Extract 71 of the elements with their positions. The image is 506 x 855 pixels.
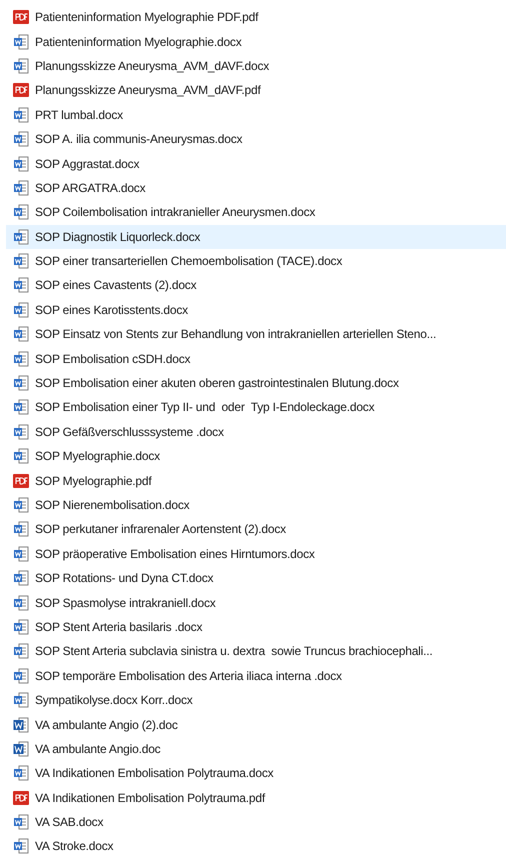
file-name: SOP perkutaner infrarenaler Aortenstent (2).docx (35, 521, 286, 538)
pdf-file-icon (13, 474, 29, 488)
file-name: VA Indikationen Embolisation Polytrauma.pdf (35, 790, 265, 807)
word-document-icon (13, 618, 29, 635)
file-name: VA ambulante Angio.doc (35, 740, 160, 758)
word-document-icon (13, 277, 29, 294)
file-name: SOP präoperative Embolisation eines Hirntumors.docx (35, 546, 315, 563)
file-name: Patienteninformation Myelographie.docx (35, 34, 242, 51)
word-document-icon (13, 448, 29, 464)
word-document-icon (13, 692, 29, 708)
word-document-icon (13, 228, 29, 245)
file-name: SOP Diagnostik Liquorleck.docx (35, 228, 200, 246)
file-name: Planungsskizze Aneurysma_AVM_dAVF.pdf (35, 82, 261, 100)
file-name: SOP A. ilia communis-Aneurysmas.docx (35, 131, 242, 148)
file-name: VA Stroke.docx (35, 838, 114, 855)
file-name: SOP Einsatz von Stents zur Behandlung von intrakraniellen arteriellen Steno... (35, 326, 436, 344)
word-document-icon (13, 156, 29, 172)
word-document-icon (13, 740, 29, 757)
word-document-icon (13, 668, 29, 684)
word-document-icon (13, 546, 29, 562)
word-document-icon (13, 350, 29, 367)
word-document-icon (13, 497, 29, 513)
word-document-icon (13, 106, 29, 123)
file-name: SOP Nierenembolisation.docx (35, 497, 190, 514)
word-document-icon (13, 399, 29, 416)
file-name: SOP Embolisation cSDH.docx (35, 350, 190, 368)
word-document-icon (13, 643, 29, 660)
word-document-icon (13, 131, 29, 148)
word-document-icon (13, 375, 29, 392)
word-document-icon (13, 570, 29, 586)
file-name: SOP temporäre Embolisation des Arteria iliaca interna .docx (35, 668, 342, 685)
file-name: SOP Gefäßverschlusssysteme .docx (35, 424, 224, 441)
file-name: SOP einer transarteriellen Chemoembolisation (TACE).docx (35, 253, 342, 270)
file-name: SOP Aggrastat.docx (35, 156, 140, 173)
pdf-file-icon (13, 83, 29, 98)
file-name: Planungsskizze Aneurysma_AVM_dAVF.docx (35, 58, 270, 75)
file-name: SOP Spasmolyse intrakraniell.docx (35, 594, 216, 612)
file-name: SOP Rotations- und Dyna CT.docx (35, 570, 214, 588)
file-name: VA Indikationen Embolisation Polytrauma.docx (35, 765, 274, 782)
word-document-icon (13, 180, 29, 196)
word-document-icon (13, 838, 29, 854)
word-document-icon (13, 302, 29, 318)
word-document-icon (13, 765, 29, 782)
word-document-icon (13, 34, 29, 50)
file-name: Sympatikolyse.docx Korr..docx (35, 692, 193, 710)
word-document-icon (13, 204, 29, 220)
word-document-icon (13, 326, 29, 342)
word-document-icon (13, 716, 29, 733)
file-item[interactable]: SOP Diagnostik Liquorleck.docx (6, 224, 506, 249)
file-name: SOP Embolisation einer akuten oberen gastrointestinalen Blutung.docx (35, 375, 399, 392)
file-name: SOP Coilembolisation intrakranieller Aneurysmen.docx (35, 204, 316, 222)
word-document-icon (13, 253, 29, 270)
file-name: Patienteninformation Myelographie PDF.pdf (35, 9, 258, 26)
file-name: SOP Myelographie.pdf (35, 472, 152, 490)
file-name: SOP Myelographie.docx (35, 448, 160, 466)
file-name: VA ambulante Angio (2).doc (35, 716, 178, 734)
pdf-file-icon (13, 790, 29, 805)
pdf-file-icon (13, 10, 29, 24)
word-document-icon (13, 58, 29, 74)
file-name: SOP eines Cavastents (2).docx (35, 277, 196, 294)
word-document-icon (13, 814, 29, 830)
file-name: PRT lumbal.docx (35, 106, 123, 124)
file-name: SOP Stent Arteria basilaris .docx (35, 618, 202, 636)
file-name: SOP Stent Arteria subclavia sinistra u. dextra sowie Truncus brachiocephali... (35, 643, 433, 660)
word-document-icon (13, 521, 29, 538)
file-name: VA SAB.docx (35, 814, 104, 832)
file-name: SOP ARGATRA.docx (35, 180, 146, 197)
word-document-icon (13, 594, 29, 611)
word-document-icon (13, 424, 29, 440)
file-name: SOP eines Karotisstents.docx (35, 302, 188, 319)
file-name: SOP Embolisation einer Typ II- und oder Typ I-Endoleckage.docx (35, 399, 374, 416)
